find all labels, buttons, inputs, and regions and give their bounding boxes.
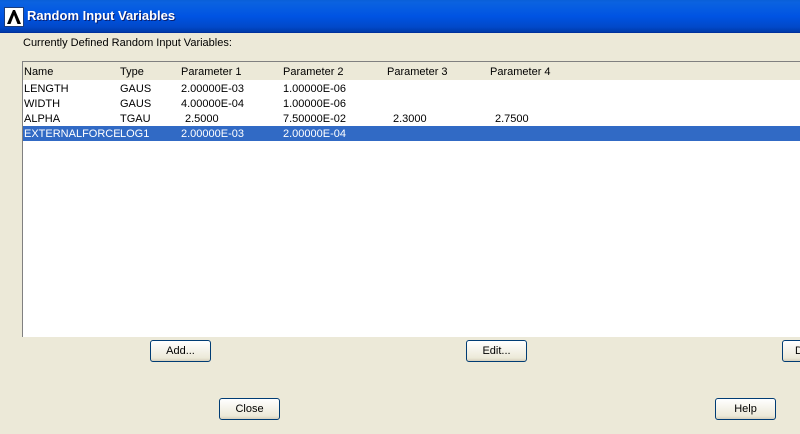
section-label: Currently Defined Random Input Variables… [23,37,232,49]
cell-type: GAUS [120,83,152,95]
cell-name: WIDTH [24,98,61,110]
ansys-logo-icon [4,7,24,27]
add-button[interactable]: Add... [150,340,211,362]
cell-parameter-2: 1.00000E-06 [283,98,346,110]
table-row-selected[interactable]: EXTERNALFORCE LOG1 2.00000E-03 2.00000E-… [23,126,800,141]
cell-parameter-1: 2.5000 [185,113,219,125]
cell-parameter-3: 2.3000 [393,113,427,125]
help-button[interactable]: Help [715,398,776,420]
cell-type: GAUS [120,98,152,110]
cell-name: ALPHA [24,113,61,125]
table-row[interactable]: LENGTH GAUS 2.00000E-03 1.00000E-06 [23,81,800,96]
title-bar[interactable]: Random Input Variables [0,0,800,33]
column-header-parameter-4: Parameter 4 [490,66,551,78]
cell-type: LOG1 [120,128,150,140]
cell-parameter-2: 7.50000E-02 [283,113,346,125]
cell-parameter-1: 4.00000E-04 [181,98,244,110]
delete-button[interactable]: D [782,340,800,362]
cell-parameter-1: 2.00000E-03 [181,83,244,95]
cell-type: TGAU [120,113,151,125]
table-row[interactable]: WIDTH GAUS 4.00000E-04 1.00000E-06 [23,96,800,111]
cell-parameter-2: 1.00000E-06 [283,83,346,95]
list-header: Name Type Parameter 1 Parameter 2 Parame… [23,62,800,80]
cell-name: LENGTH [24,83,69,95]
cell-parameter-1: 2.00000E-03 [181,128,244,140]
window-title: Random Input Variables [27,8,176,23]
column-header-parameter-2: Parameter 2 [283,66,344,78]
column-header-parameter-1: Parameter 1 [181,66,242,78]
close-button[interactable]: Close [219,398,280,420]
variables-list[interactable]: Name Type Parameter 1 Parameter 2 Parame… [22,61,800,337]
cell-parameter-4: 2.7500 [495,113,529,125]
edit-button[interactable]: Edit... [466,340,527,362]
column-header-name: Name [24,66,54,78]
table-row[interactable]: ALPHA TGAU 2.5000 7.50000E-02 2.3000 2.7… [23,111,800,126]
column-header-type: Type [120,66,144,78]
cell-name: EXTERNALFORCE [24,128,121,140]
cell-parameter-2: 2.00000E-04 [283,128,346,140]
column-header-parameter-3: Parameter 3 [387,66,448,78]
